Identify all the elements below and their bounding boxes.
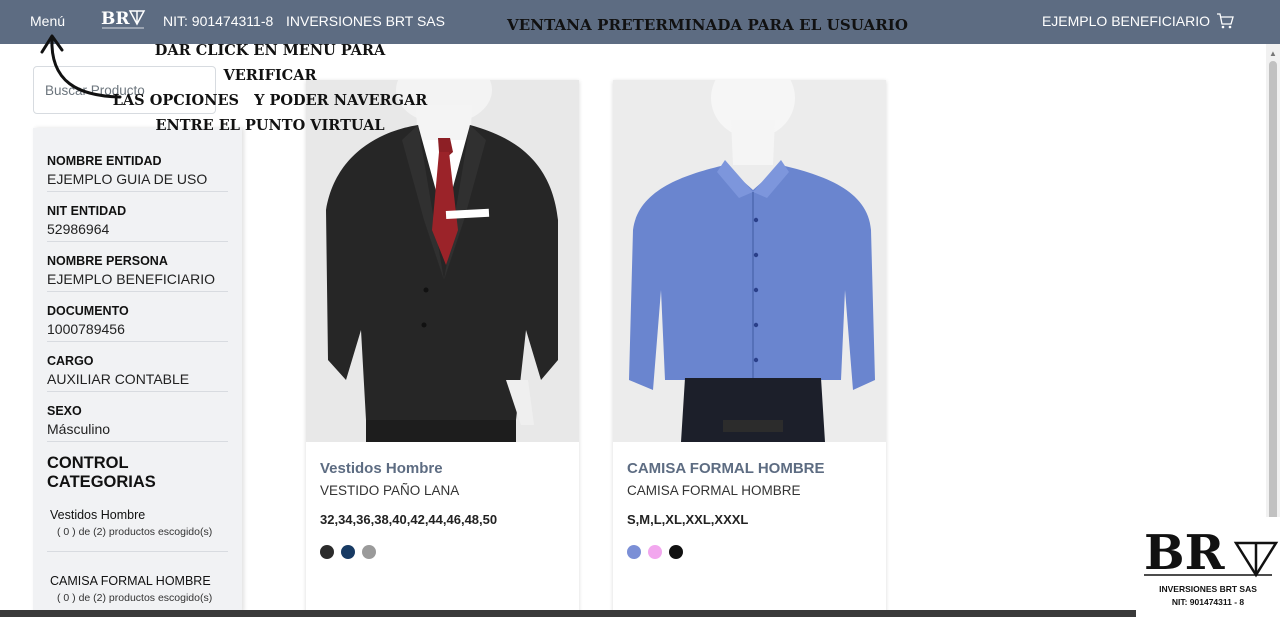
field-value: 1000789456 [47, 321, 125, 337]
cart-icon[interactable] [1216, 12, 1234, 30]
info-field-person-name: NOMBRE PERSONA EJEMPLO BENEFICIARIO [47, 242, 228, 292]
info-field-entity-nit: NIT ENTIDAD 52986964 [47, 192, 228, 242]
bottom-divider [0, 610, 1136, 617]
field-value: 52986964 [47, 221, 110, 237]
field-value: EJEMPLO BENEFICIARIO [47, 271, 216, 287]
info-field-position: CARGO AUXILIAR CONTABLE [47, 342, 228, 392]
product-sizes: 32,34,36,38,40,42,44,46,48,50 [320, 512, 498, 527]
svg-text:BR: BR [101, 9, 130, 29]
brand-company-name: INVERSIONES BRT SAS [1159, 584, 1257, 594]
field-label: SEXO [47, 404, 82, 418]
scroll-thumb[interactable] [1269, 61, 1277, 566]
annotation-line: ENTRE EL PUNTO VIRTUAL [155, 117, 385, 134]
annotation-line: DAR CLICK EN MENU PARA VERIFICAR [154, 42, 386, 84]
product-category: Vestidos Hombre [320, 460, 443, 477]
category-count: ( 0 ) de (2) productos escogido(s) [57, 592, 213, 604]
menu-button[interactable]: Menú [30, 13, 65, 29]
color-swatch[interactable] [320, 545, 334, 559]
product-sizes: S,M,L,XL,XXL,XXXL [627, 512, 749, 527]
annotation-line: LAS OPCIONES Y PODER NAVERGAR [112, 92, 428, 109]
page: Menú BR NIT: 901474311-8 INVERSIONES BRT… [0, 0, 1280, 617]
company-name: INVERSIONES BRT SAS [286, 13, 445, 29]
curved-arrow-icon [40, 34, 122, 99]
field-label: NOMBRE ENTIDAD [47, 154, 162, 168]
help-annotation: DAR CLICK EN MENU PARA VERIFICAR LAS OPC… [110, 38, 430, 138]
brand-company-nit: NIT: 901474311 - 8 [1171, 597, 1245, 607]
category-name: Vestidos Hombre [50, 508, 146, 522]
scroll-up-arrow-icon[interactable]: ▲ [1269, 49, 1277, 58]
field-label: NIT ENTIDAD [47, 204, 127, 218]
info-field-sex: SEXO Másculino [47, 392, 228, 442]
category-count: ( 0 ) de (2) productos escogido(s) [57, 526, 213, 538]
field-label: NOMBRE PERSONA [47, 254, 168, 268]
category-item[interactable]: CAMISA FORMAL HOMBRE ( 0 ) de (2) produc… [47, 552, 228, 612]
field-value: AUXILIAR CONTABLE [47, 371, 190, 387]
categories-title: CONTROL CATEGORIAS [47, 454, 156, 491]
product-card[interactable]: Vestidos Hombre VESTIDO PAÑO LANA 32,34,… [306, 80, 579, 617]
color-swatch[interactable] [341, 545, 355, 559]
info-field-entity-name: NOMBRE ENTIDAD EJEMPLO GUIA DE USO [47, 142, 228, 192]
color-swatch[interactable] [362, 545, 376, 559]
field-value: EJEMPLO GUIA DE USO [47, 171, 208, 187]
brand-watermark: BR INVERSIONES BRT SAS NIT: 901474311 - … [1136, 517, 1280, 617]
field-value: Másculino [47, 421, 111, 437]
window-banner: VENTANA PRETERMINADA PARA EL USUARIO [507, 16, 909, 34]
svg-text:BR: BR [1144, 525, 1226, 581]
product-image-shirt[interactable] [613, 80, 886, 442]
company-nit: NIT: 901474311-8 [163, 13, 274, 29]
color-swatches [627, 545, 872, 559]
user-name-link[interactable]: EJEMPLO BENEFICIARIO [1042, 13, 1210, 29]
product-card[interactable]: CAMISA FORMAL HOMBRE CAMISA FORMAL HOMBR… [613, 80, 886, 617]
product-name: VESTIDO PAÑO LANA [320, 483, 460, 498]
field-label: CARGO [47, 354, 94, 368]
color-swatches [320, 545, 565, 559]
info-field-document: DOCUMENTO 1000789456 [47, 292, 228, 342]
color-swatch[interactable] [627, 545, 641, 559]
brand-logo-large-icon: BR [1144, 525, 1279, 581]
category-item[interactable]: Vestidos Hombre ( 0 ) de (2) productos e… [47, 492, 228, 552]
color-swatch[interactable] [648, 545, 662, 559]
field-label: DOCUMENTO [47, 304, 129, 318]
product-card-body: Vestidos Hombre VESTIDO PAÑO LANA 32,34,… [306, 442, 579, 577]
color-swatch[interactable] [669, 545, 683, 559]
product-category: CAMISA FORMAL HOMBRE [627, 460, 825, 477]
product-card-body: CAMISA FORMAL HOMBRE CAMISA FORMAL HOMBR… [613, 442, 886, 577]
product-name: CAMISA FORMAL HOMBRE [627, 483, 801, 498]
category-name: CAMISA FORMAL HOMBRE [50, 574, 211, 588]
user-info-panel: NOMBRE ENTIDAD EJEMPLO GUIA DE USO NIT E… [33, 128, 242, 612]
